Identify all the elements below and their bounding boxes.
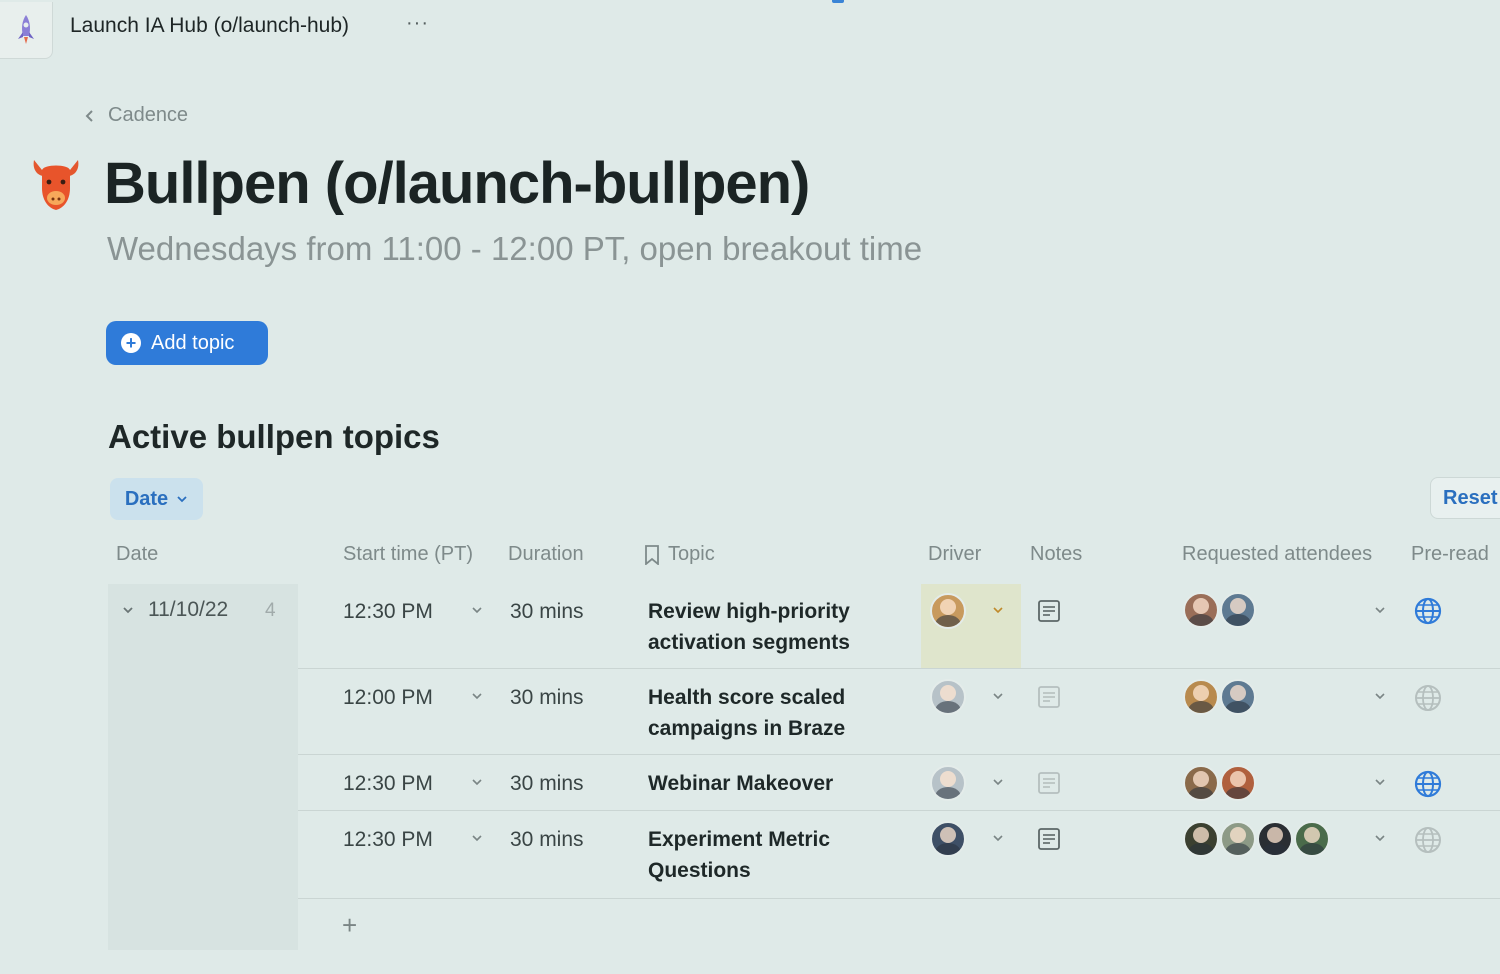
globe-icon[interactable] bbox=[1414, 597, 1442, 625]
add-row-button[interactable]: + bbox=[342, 910, 357, 941]
chevron-down-icon[interactable] bbox=[992, 778, 1004, 786]
topic-title[interactable]: Health score scaled campaigns in Braze bbox=[648, 682, 888, 744]
avatar[interactable] bbox=[1257, 821, 1293, 857]
duration[interactable]: 30 mins bbox=[510, 828, 584, 852]
chevron-down-icon[interactable] bbox=[1374, 778, 1386, 786]
chevron-down-icon[interactable] bbox=[471, 834, 483, 842]
row-divider bbox=[298, 668, 1500, 669]
group-toggle[interactable]: 11/10/22 bbox=[122, 598, 228, 622]
avatar[interactable] bbox=[1220, 592, 1256, 628]
avatar[interactable] bbox=[1220, 821, 1256, 857]
section-title: Active bullpen topics bbox=[108, 418, 440, 455]
start-time[interactable]: 12:00 PM bbox=[343, 686, 433, 710]
row-divider bbox=[298, 810, 1500, 811]
top-bar: Launch IA Hub (o/launch-hub) ··· bbox=[0, 0, 1500, 60]
breadcrumb-label[interactable]: Cadence bbox=[108, 104, 188, 127]
rocket-icon bbox=[18, 15, 34, 44]
notes-icon[interactable] bbox=[1037, 685, 1061, 709]
chevron-down-icon[interactable] bbox=[1374, 692, 1386, 700]
breadcrumb[interactable]: Cadence bbox=[84, 104, 188, 127]
avatar[interactable] bbox=[1220, 765, 1256, 801]
more-icon[interactable]: ··· bbox=[406, 12, 429, 35]
avatar[interactable] bbox=[1183, 765, 1219, 801]
avatar[interactable] bbox=[930, 679, 966, 715]
column-header-notes[interactable]: Notes bbox=[1030, 543, 1082, 566]
date-filter-chip[interactable]: Date bbox=[110, 478, 203, 520]
column-header-preread[interactable]: Pre-read bbox=[1411, 543, 1489, 566]
duration[interactable]: 30 mins bbox=[510, 600, 584, 624]
topic-title[interactable]: Review high-priority activation segments bbox=[648, 596, 888, 658]
group-column bbox=[108, 584, 298, 950]
group-date-label: 11/10/22 bbox=[148, 598, 229, 621]
avatar[interactable] bbox=[1183, 592, 1219, 628]
group-count: 4 bbox=[265, 600, 276, 621]
topic-title[interactable]: Experiment Metric Questions bbox=[648, 824, 888, 886]
add-topic-button[interactable]: + Add topic bbox=[106, 321, 268, 365]
doc-title[interactable]: Launch IA Hub (o/launch-hub) bbox=[70, 14, 349, 38]
chevron-down-icon[interactable] bbox=[471, 692, 483, 700]
start-time[interactable]: 12:30 PM bbox=[343, 772, 433, 796]
chevron-down-icon[interactable] bbox=[471, 606, 483, 614]
avatar[interactable] bbox=[930, 765, 966, 801]
chevron-down-icon[interactable] bbox=[992, 834, 1004, 842]
notes-icon[interactable] bbox=[1037, 599, 1061, 623]
column-header-start-time[interactable]: Start time (PT) bbox=[343, 543, 473, 566]
plus-circle-icon: + bbox=[121, 333, 141, 353]
reset-button[interactable]: Reset bbox=[1430, 477, 1500, 519]
duration[interactable]: 30 mins bbox=[510, 772, 584, 796]
page-subtitle: Wednesdays from 11:00 - 12:00 PT, open b… bbox=[107, 230, 923, 267]
chevron-down-icon bbox=[177, 496, 187, 503]
globe-icon[interactable] bbox=[1414, 770, 1442, 798]
row-divider bbox=[298, 754, 1500, 755]
chevron-down-icon[interactable] bbox=[1374, 834, 1386, 842]
column-header-driver[interactable]: Driver bbox=[928, 543, 981, 566]
chevron-down-icon[interactable] bbox=[471, 778, 483, 786]
notes-icon[interactable] bbox=[1037, 771, 1061, 795]
start-time[interactable]: 12:30 PM bbox=[343, 828, 433, 852]
chevron-down-icon[interactable] bbox=[992, 606, 1004, 614]
bookmark-icon bbox=[645, 544, 659, 565]
app-logo[interactable] bbox=[0, 2, 53, 59]
avatar[interactable] bbox=[1294, 821, 1330, 857]
avatar[interactable] bbox=[930, 821, 966, 857]
chevron-down-icon bbox=[123, 607, 133, 614]
globe-icon[interactable] bbox=[1414, 826, 1442, 854]
column-header-date[interactable]: Date bbox=[116, 543, 158, 566]
chevron-left-icon bbox=[85, 109, 93, 122]
row-divider bbox=[298, 898, 1500, 899]
topic-title[interactable]: Webinar Makeover bbox=[648, 768, 888, 799]
avatar[interactable] bbox=[930, 593, 966, 629]
avatar[interactable] bbox=[1220, 679, 1256, 715]
top-indicator bbox=[832, 0, 844, 3]
column-header-topic-label: Topic bbox=[668, 543, 715, 565]
filter-label: Date bbox=[124, 487, 169, 510]
notes-icon[interactable] bbox=[1037, 827, 1061, 851]
duration[interactable]: 30 mins bbox=[510, 686, 584, 710]
column-header-topic[interactable]: Topic bbox=[644, 543, 715, 566]
chevron-down-icon[interactable] bbox=[1374, 606, 1386, 614]
page-title: Bullpen (o/launch-bullpen) bbox=[104, 151, 810, 216]
chevron-down-icon[interactable] bbox=[992, 692, 1004, 700]
avatar[interactable] bbox=[1183, 679, 1219, 715]
bull-icon bbox=[33, 160, 79, 210]
avatar[interactable] bbox=[1183, 821, 1219, 857]
column-header-attendees[interactable]: Requested attendees bbox=[1182, 543, 1372, 566]
start-time[interactable]: 12:30 PM bbox=[343, 600, 433, 624]
column-header-duration[interactable]: Duration bbox=[508, 543, 584, 566]
globe-icon[interactable] bbox=[1414, 684, 1442, 712]
add-topic-label: Add topic bbox=[151, 331, 235, 354]
